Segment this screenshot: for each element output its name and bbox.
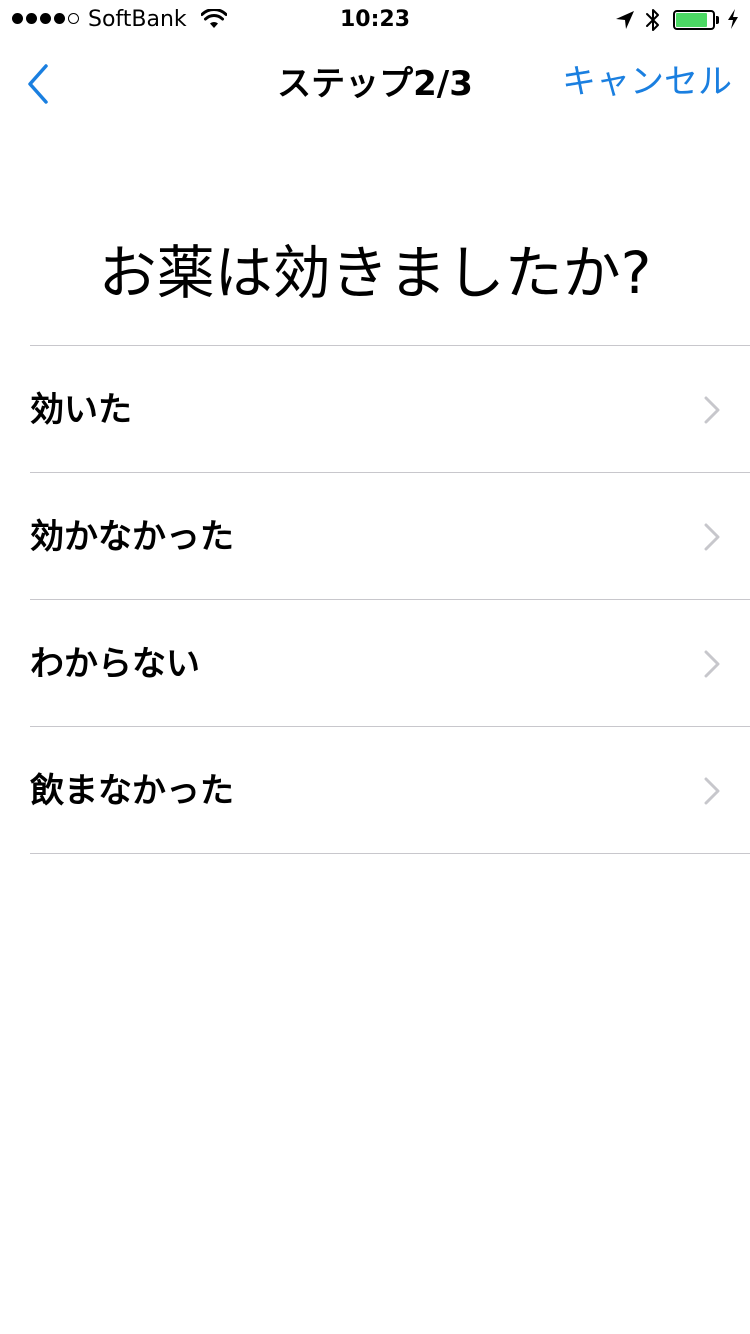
cancel-button[interactable]: キャンセル xyxy=(562,62,732,102)
option-label: 効いた xyxy=(30,390,132,430)
answer-options-list: 効いた 効かなかった わからない 飲まなかった xyxy=(30,345,750,854)
location-arrow-icon xyxy=(616,11,634,29)
charging-bolt-icon xyxy=(728,9,738,29)
option-did-not-work[interactable]: 効かなかった xyxy=(30,472,750,599)
option-did-not-take[interactable]: 飲まなかった xyxy=(30,726,750,854)
clock: 10:23 xyxy=(339,7,411,32)
option-not-sure[interactable]: わからない xyxy=(30,599,750,726)
battery-icon xyxy=(673,10,719,30)
option-label: わからない xyxy=(30,644,200,684)
navigation-bar: ステップ2/3 キャンセル xyxy=(0,40,750,128)
chevron-right-icon xyxy=(704,523,720,551)
question-heading: お薬は効きましたか? xyxy=(98,238,652,307)
chevron-right-icon xyxy=(704,396,720,424)
option-label: 効かなかった xyxy=(30,517,234,557)
chevron-right-icon xyxy=(704,777,720,805)
battery-level xyxy=(676,13,707,27)
option-label: 飲まなかった xyxy=(30,771,234,811)
chevron-right-icon xyxy=(704,650,720,678)
option-worked[interactable]: 効いた xyxy=(30,345,750,472)
bluetooth-icon xyxy=(646,9,659,31)
status-bar: SoftBank 10:23 xyxy=(0,0,750,40)
battery-tip xyxy=(716,16,719,24)
